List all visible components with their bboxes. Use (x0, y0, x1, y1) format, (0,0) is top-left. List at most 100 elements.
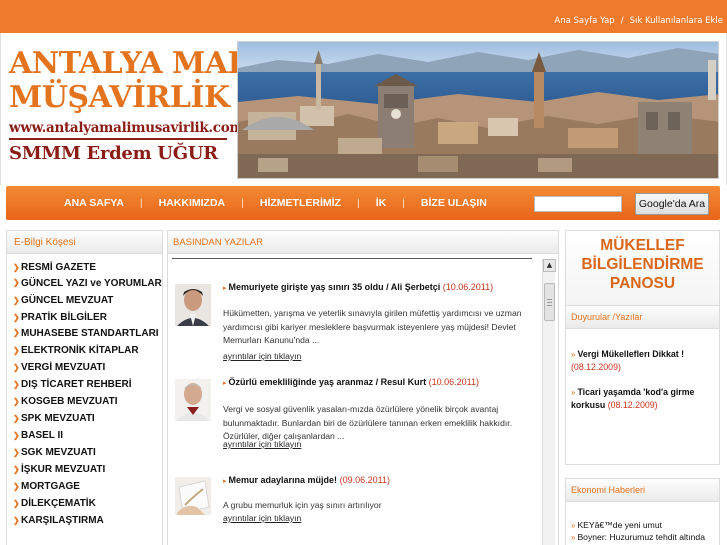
announcement-item[interactable]: » Vergi Mükelleflerı Dikkat ! (08.12.2009) (571, 348, 717, 374)
e-info-panel: E-Bilgi Köşesi ❯ RESMİ GAZETE ❯ GÜNCEL YAZ… (6, 230, 163, 545)
arrow-right-icon: ❯ (13, 465, 20, 474)
top-links: Ana Sayfa Yap / Sık Kullanılanlara Ekle (554, 16, 723, 26)
nav-item-home[interactable]: ANA SAFYA (56, 197, 132, 209)
list-item-spk[interactable]: ❯ SPK MEVZUATI (13, 410, 162, 427)
list-item-mortgage[interactable]: ❯ MORTGAGE (13, 478, 162, 495)
list-item-iskur[interactable]: ❯ İŞKUR MEVZUATI (13, 461, 162, 478)
banner-line-1: MÜKELLEF (600, 237, 685, 254)
site-logo[interactable]: ANTALYA MALİ MÜŞAVİRLİK www.antalyamalim… (9, 46, 262, 164)
e-info-list: ❯ RESMİ GAZETE ❯ GÜNCEL YAZI ve YORUMLAR ❯… (7, 254, 162, 529)
arrow-right-icon: ❯ (13, 397, 20, 406)
list-item-karsilastirma[interactable]: ❯ KARŞILAŞTIRMA (13, 512, 162, 529)
arrow-right-icon: ❯ (13, 313, 20, 322)
announcement-date: (08.12.2009) (571, 362, 621, 372)
add-favorites-link[interactable]: Sık Kullanılanlara Ekle (630, 16, 723, 26)
list-item-kosgeb[interactable]: ❯ KOSGEB MEVZUATI (13, 393, 162, 410)
nav-item-contact[interactable]: BİZE ULAŞIN (413, 197, 495, 209)
list-item-label: KARŞILAŞTIRMA (21, 515, 104, 526)
arrow-right-icon: ❯ (13, 363, 20, 372)
arrow-right-icon: ❯ (13, 448, 20, 457)
list-item-pratik-bilgiler[interactable]: ❯ PRATİK BİLGİLER (13, 309, 162, 326)
google-search-button[interactable]: Google'da Ara (635, 193, 709, 215)
arrow-right-icon: ❯ (13, 414, 20, 423)
press-articles-title: BASINDAN YAZILAR (168, 231, 558, 254)
e-info-panel-title: E-Bilgi Köşesi (7, 231, 162, 254)
news-more-link[interactable]: ayrıntılar için tıklayın (223, 351, 301, 361)
author-photo (175, 379, 211, 421)
news-title[interactable]: ▸ Memur adaylarına müjde! (09.06.2011) (223, 475, 535, 485)
arrow-right-icon: ❯ (13, 296, 20, 305)
list-item-label: ELEKTRONİK KİTAPLAR (21, 345, 139, 356)
economy-news-title: Ekonomi Haberleri (566, 479, 719, 502)
list-item-label: VERGİ MEVZUATI (21, 362, 106, 373)
arrow-right-icon: ▸ (223, 380, 227, 387)
nav-separator: | (402, 197, 405, 209)
banner-line-2: BİLGİLENDİRME (581, 256, 704, 273)
author-portrait-image (175, 379, 211, 421)
double-arrow-icon: » (571, 521, 576, 530)
list-item-label: RESMİ GAZETE (21, 262, 97, 273)
list-item-resmi-gazete[interactable]: ❯ RESMİ GAZETE (13, 259, 162, 276)
announcement-item[interactable]: » Ticari yaşamda 'kod'a girme korkusu (08… (571, 386, 717, 412)
nav-menu: ANA SAFYA | HAKKIMIZDA | HİZMETLERİMİZ |… (56, 186, 495, 220)
logo-divider (9, 138, 227, 140)
logo-url: www.antalyamalimusavirlik.com (9, 120, 244, 136)
list-item-basel[interactable]: ❯ BASEL II (13, 427, 162, 444)
main-navigation: ANA SAFYA | HAKKIMIZDA | HİZMETLERİMİZ |… (6, 186, 720, 220)
list-item-label: BASEL II (21, 430, 64, 441)
list-item-dilekcematik[interactable]: ❯ DİLEKÇEMATİK (13, 495, 162, 512)
news-scrollbar[interactable]: ▲ (542, 259, 556, 545)
list-item-label: GÜNCEL MEVZUAT (21, 295, 114, 306)
news-summary: A grubu memurluk için yaş sınırı artırıl… (223, 500, 382, 510)
top-bar: Ana Sayfa Yap / Sık Kullanılanlara Ekle (0, 0, 727, 33)
news-title[interactable]: ▸ Özürlü emekliliğinde yaş aranmaz / Resu… (223, 377, 535, 387)
news-title[interactable]: ▸ Memuriyete girişte yaş sınırı 35 oldu /… (223, 282, 535, 292)
set-homepage-link[interactable]: Ana Sayfa Yap (554, 16, 614, 26)
economy-news-item[interactable]: » Boyner: Huzurumuz tehdit altında (571, 532, 705, 542)
scrollbar-thumb[interactable] (544, 283, 555, 321)
news-more-link[interactable]: ayrıntılar için tıklayın (223, 513, 301, 523)
list-item-muhasebe[interactable]: ❯ MUHASEBE STANDARTLARI (13, 326, 162, 342)
scroll-up-arrow-icon[interactable]: ▲ (543, 259, 556, 272)
news-item: ▸ Memur adaylarına müjde! (09.06.2011) A … (168, 475, 540, 545)
list-item-guncel-yazi[interactable]: ❯ GÜNCEL YAZI ve YORUMLAR (13, 276, 162, 292)
list-item-vergi-mevzuati[interactable]: ❯ VERGİ MEVZUATI (13, 359, 162, 376)
press-articles-list[interactable]: ▸ Memuriyete girişte yaş sınırı 35 oldu /… (168, 255, 540, 545)
banner-line-3: PANOSU (609, 275, 676, 292)
page: Ana Sayfa Yap / Sık Kullanılanlara Ekle AN… (0, 0, 727, 545)
list-item-label: GÜNCEL YAZI ve YORUMLAR (21, 278, 162, 289)
list-item-guncel-mevzuat[interactable]: ❯ GÜNCEL MEVZUAT (13, 292, 162, 309)
list-item-elektronik-kitaplar[interactable]: ❯ ELEKTRONİK KİTAPLAR (13, 342, 162, 359)
list-item-sgk[interactable]: ❯ SGK MEVZUATI (13, 444, 162, 461)
grip-line (547, 305, 552, 306)
nav-item-about[interactable]: HAKKIMIZDA (151, 197, 234, 209)
list-item-dis-ticaret[interactable]: ❯ DIŞ TİCARET REHBERİ (13, 376, 162, 393)
grip-line (547, 299, 552, 300)
search-input[interactable] (534, 196, 622, 212)
arrow-right-icon: ▸ (223, 478, 227, 485)
logo-line-1: ANTALYA MALİ (9, 46, 262, 81)
news-more-link[interactable]: ayrıntılar için tıklayın (223, 439, 301, 449)
city-harbor-image (238, 42, 718, 178)
list-item-label: İŞKUR MEVZUATI (21, 464, 106, 475)
announcement-title: Vergi Mükelleflerı Dikkat ! (577, 349, 685, 359)
list-item-label: SGK MEVZUATI (21, 447, 96, 458)
nav-separator: | (139, 197, 143, 209)
news-summary: Vergi ve sosyal güvenlik yasaları-mızda … (223, 404, 513, 441)
nav-item-services[interactable]: HİZMETLERİMİZ (252, 197, 349, 209)
economy-news-item[interactable]: » KEYâ€™de yeni umut (571, 520, 662, 530)
arrow-right-icon: ❯ (13, 499, 20, 508)
news-headline: Memuriyete girişte yaş sınırı 35 oldu / … (228, 282, 441, 292)
logo-owner-name: SMMM Erdem UĞUR (9, 143, 218, 164)
document-image (175, 477, 211, 515)
news-item: ▸ Özürlü emekliliğinde yaş aranmaz / Resu… (168, 377, 540, 477)
arrow-right-icon: ❯ (13, 516, 20, 525)
news-headline: Memur adaylarına müjde! (228, 475, 338, 485)
author-photo (175, 284, 211, 326)
arrow-right-icon: ❯ (13, 482, 20, 491)
list-item-label: DİLEKÇEMATİK (21, 498, 96, 509)
nav-item-hr[interactable]: İK (368, 197, 395, 209)
double-arrow-icon: » (571, 350, 576, 359)
economy-news-label: KEYâ€™de yeni umut (577, 520, 663, 530)
economy-news-label: Boyner: Huzurumuz tehdit altında (577, 532, 705, 542)
